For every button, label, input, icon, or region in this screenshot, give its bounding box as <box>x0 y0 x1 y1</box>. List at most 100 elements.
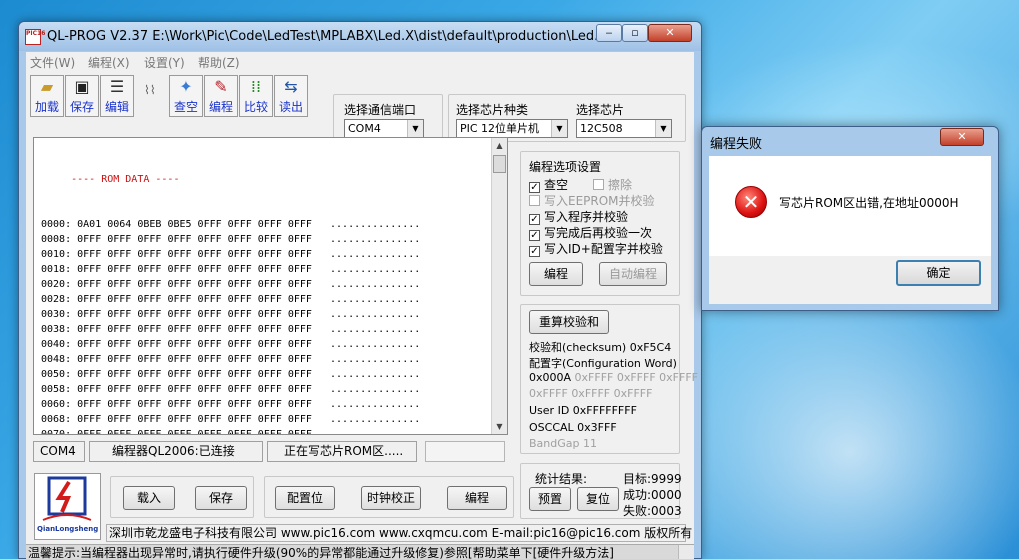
logo-text: QianLongsheng <box>37 525 99 533</box>
rom-data-view[interactable]: ---- ROM DATA ---- 0000: 0A01 0064 0BEB … <box>33 137 508 435</box>
hint-scrollbar[interactable] <box>678 545 694 559</box>
blank-check-button[interactable]: ✦ 查空 <box>169 75 203 117</box>
program-button-toolbar[interactable]: ✎ 编程 <box>204 75 238 117</box>
rom-row: 0048: 0FFF 0FFF 0FFF 0FFF 0FFF 0FFF 0FFF… <box>41 352 420 367</box>
bottom-program-button[interactable]: 编程 <box>447 486 507 510</box>
rom-rows: 0000: 0A01 0064 0BEB 0BE5 0FFF 0FFF 0FFF… <box>41 217 421 435</box>
port-select[interactable]: COM4 ▼ <box>344 119 424 138</box>
program-verify-checkbox[interactable]: ✓ 写入程序并校验 <box>529 208 628 225</box>
stats-group: 统计结果: 目标:9999 成功:0000 失败:0003 预置 复位 <box>520 463 682 519</box>
rom-row-data: 0FFF 0FFF 0FFF 0FFF 0FFF 0FFF 0FFF 0FFF <box>77 384 312 395</box>
rom-row-data: 0FFF 0FFF 0FFF 0FFF 0FFF 0FFF 0FFF 0FFF <box>77 264 312 275</box>
status-bar: COM4 编程器QL2006:已连接 正在写芯片ROM区..... <box>33 441 508 463</box>
eeprom-checkbox-label: 写入EEPROM并校验 <box>544 194 655 208</box>
rom-row-ascii: ............... <box>330 264 421 275</box>
clock-calibrate-button[interactable]: 时钟校正 <box>361 486 421 510</box>
maximize-button[interactable]: ▫ <box>622 24 648 42</box>
checkbox-empty-icon <box>593 179 604 190</box>
scroll-up-icon[interactable]: ▲ <box>492 138 507 153</box>
rom-row-ascii: ............... <box>330 399 421 410</box>
rom-row-ascii: ............... <box>330 309 421 320</box>
minimize-button[interactable]: ‒ <box>596 24 622 42</box>
stats-title: 统计结果: <box>535 472 588 486</box>
id-config-checkbox[interactable]: ✓ 写入ID+配置字并校验 <box>529 240 663 257</box>
rom-row-ascii: ............... <box>330 234 421 245</box>
rom-row-addr: 0008: <box>41 234 72 245</box>
title-bar[interactable]: PIC16 QL-PROG V2.37 E:\Work\Pic\Code\Led… <box>19 22 701 51</box>
chip-select[interactable]: 12C508 ▼ <box>576 119 672 138</box>
dialog-message-area: ✕ 写芯片ROM区出错,在地址0000H <box>709 156 991 256</box>
rom-row: 0038: 0FFF 0FFF 0FFF 0FFF 0FFF 0FFF 0FFF… <box>41 322 420 337</box>
dialog-ok-button[interactable]: 确定 <box>896 260 981 286</box>
verify-after-checkbox[interactable]: ✓ 写完成后再校验一次 <box>529 224 652 241</box>
chip-value: 12C508 <box>580 122 623 135</box>
program-options-button[interactable]: 编程 <box>529 262 583 286</box>
rom-row-data: 0FFF 0FFF 0FFF 0FFF 0FFF 0FFF 0FFF 0FFF <box>77 279 312 290</box>
load-button[interactable]: ▰ 加载 <box>30 75 64 117</box>
rom-row-ascii: ............... <box>330 279 421 290</box>
blank-checkbox[interactable]: ✓ 查空 <box>529 176 568 193</box>
chevron-down-icon: ▼ <box>407 120 423 137</box>
edit-button[interactable]: ☰ 编辑 <box>100 75 134 117</box>
bottom-save-button[interactable]: 保存 <box>195 486 247 510</box>
hint-bar: 温馨提示:当编程器出现异常时,请执行硬件升级(90%的异常都能通过升级修复)参照… <box>26 544 694 559</box>
toolbar: ▰ 加载 ▣ 保存 ☰ 编辑 ⌇⌇ ✦ 查空 ✎ 编程 ⁞⁞ 比较 ⇆ 读出 <box>26 71 326 121</box>
close-button[interactable]: ✕ <box>648 24 692 42</box>
rom-row: 0040: 0FFF 0FFF 0FFF 0FFF 0FFF 0FFF 0FFF… <box>41 337 420 352</box>
menu-settings[interactable]: 设置(Y) <box>144 54 185 71</box>
rom-row-data: 0FFF 0FFF 0FFF 0FFF 0FFF 0FFF 0FFF 0FFF <box>77 339 312 350</box>
id-config-label: 写入ID+配置字并校验 <box>544 242 663 256</box>
floppy-disk-icon: ▣ <box>74 77 90 96</box>
chevron-down-icon: ▼ <box>655 120 671 137</box>
rom-row-data: 0A01 0064 0BEB 0BE5 0FFF 0FFF 0FFF 0FFF <box>77 219 312 230</box>
rom-row-addr: 0020: <box>41 279 72 290</box>
rom-row-ascii: ............... <box>330 414 421 425</box>
compare-button[interactable]: ⁞⁞ 比较 <box>239 75 273 117</box>
chevron-down-icon: ▼ <box>551 120 567 137</box>
verify-after-label: 写完成后再校验一次 <box>544 226 653 240</box>
stats-success: 成功:0000 <box>623 488 682 502</box>
rom-row-data: 0FFF 0FFF 0FFF 0FFF 0FFF 0FFF 0FFF 0FFF <box>77 414 312 425</box>
auto-program-button[interactable]: 自动编程 <box>599 262 667 286</box>
config-bits-button[interactable]: 配置位 <box>275 486 335 510</box>
rom-row-addr: 0068: <box>41 414 72 425</box>
erase-checkbox[interactable]: 擦除 <box>593 176 632 193</box>
rom-row-addr: 0048: <box>41 354 72 365</box>
scroll-thumb[interactable] <box>493 155 506 173</box>
rom-row-addr: 0030: <box>41 309 72 320</box>
config-word-line1: 0x000A 0xFFFF 0xFFFF 0xFFFF <box>529 371 698 384</box>
chip-type-select[interactable]: PIC 12位单片机 ▼ <box>456 119 568 138</box>
file-buttons-group: 载入 保存 <box>110 476 254 518</box>
read-button[interactable]: ⇆ 读出 <box>274 75 308 117</box>
bottom-load-button[interactable]: 载入 <box>123 486 175 510</box>
rom-row-data: 0FFF 0FFF 0FFF 0FFF 0FFF 0FFF 0FFF 0FFF <box>77 294 312 305</box>
options-group: 编程选项设置 ✓ 查空 擦除 写入EEPROM并校验 ✓ 写入程序并校验 ✓ 写完成后… <box>520 151 680 296</box>
osccal: OSCCAL 0x3FFF <box>529 421 617 434</box>
reset-button[interactable]: 复位 <box>577 487 619 511</box>
rom-row-addr: 0038: <box>41 324 72 335</box>
preset-button[interactable]: 预置 <box>529 487 571 511</box>
rom-row: 0010: 0FFF 0FFF 0FFF 0FFF 0FFF 0FFF 0FFF… <box>41 247 420 262</box>
rom-row-addr: 0000: <box>41 219 72 230</box>
edit-label: 编辑 <box>104 100 129 114</box>
port-label: 选择通信端口 <box>344 103 417 117</box>
rom-row-data: 0FFF 0FFF 0FFF 0FFF 0FFF 0FFF 0FFF 0FFF <box>77 309 312 320</box>
dialog-close-button[interactable]: ✕ <box>940 128 984 146</box>
rom-scrollbar[interactable]: ▲ ▼ <box>491 138 507 434</box>
window-title: QL-PROG V2.37 E:\Work\Pic\Code\LedTest\M… <box>47 29 607 44</box>
menu-bar: 文件(W) 编程(X) 设置(Y) 帮助(Z) <box>26 52 694 70</box>
rom-row: 0058: 0FFF 0FFF 0FFF 0FFF 0FFF 0FFF 0FFF… <box>41 382 420 397</box>
eeprom-checkbox[interactable]: 写入EEPROM并校验 <box>529 192 655 209</box>
rom-row-data: 0FFF 0FFF 0FFF 0FFF 0FFF 0FFF 0FFF 0FFF <box>77 429 312 435</box>
recalc-checksum-button[interactable]: 重算校验和 <box>529 310 609 334</box>
menu-file[interactable]: 文件(W) <box>30 54 75 71</box>
save-button[interactable]: ▣ 保存 <box>65 75 99 117</box>
client-area: 文件(W) 编程(X) 设置(Y) 帮助(Z) ▰ 加载 ▣ 保存 ☰ 编辑 ⌇… <box>26 52 698 559</box>
rom-row-ascii: ............... <box>330 324 421 335</box>
scroll-down-icon[interactable]: ▼ <box>492 419 507 434</box>
menu-program[interactable]: 编程(X) <box>88 54 130 71</box>
user-id: User ID 0xFFFFFFFF <box>529 404 637 417</box>
menu-help[interactable]: 帮助(Z) <box>198 54 240 71</box>
rom-row: 0018: 0FFF 0FFF 0FFF 0FFF 0FFF 0FFF 0FFF… <box>41 262 420 277</box>
action-buttons-group: 配置位 时钟校正 编程 <box>264 476 514 518</box>
